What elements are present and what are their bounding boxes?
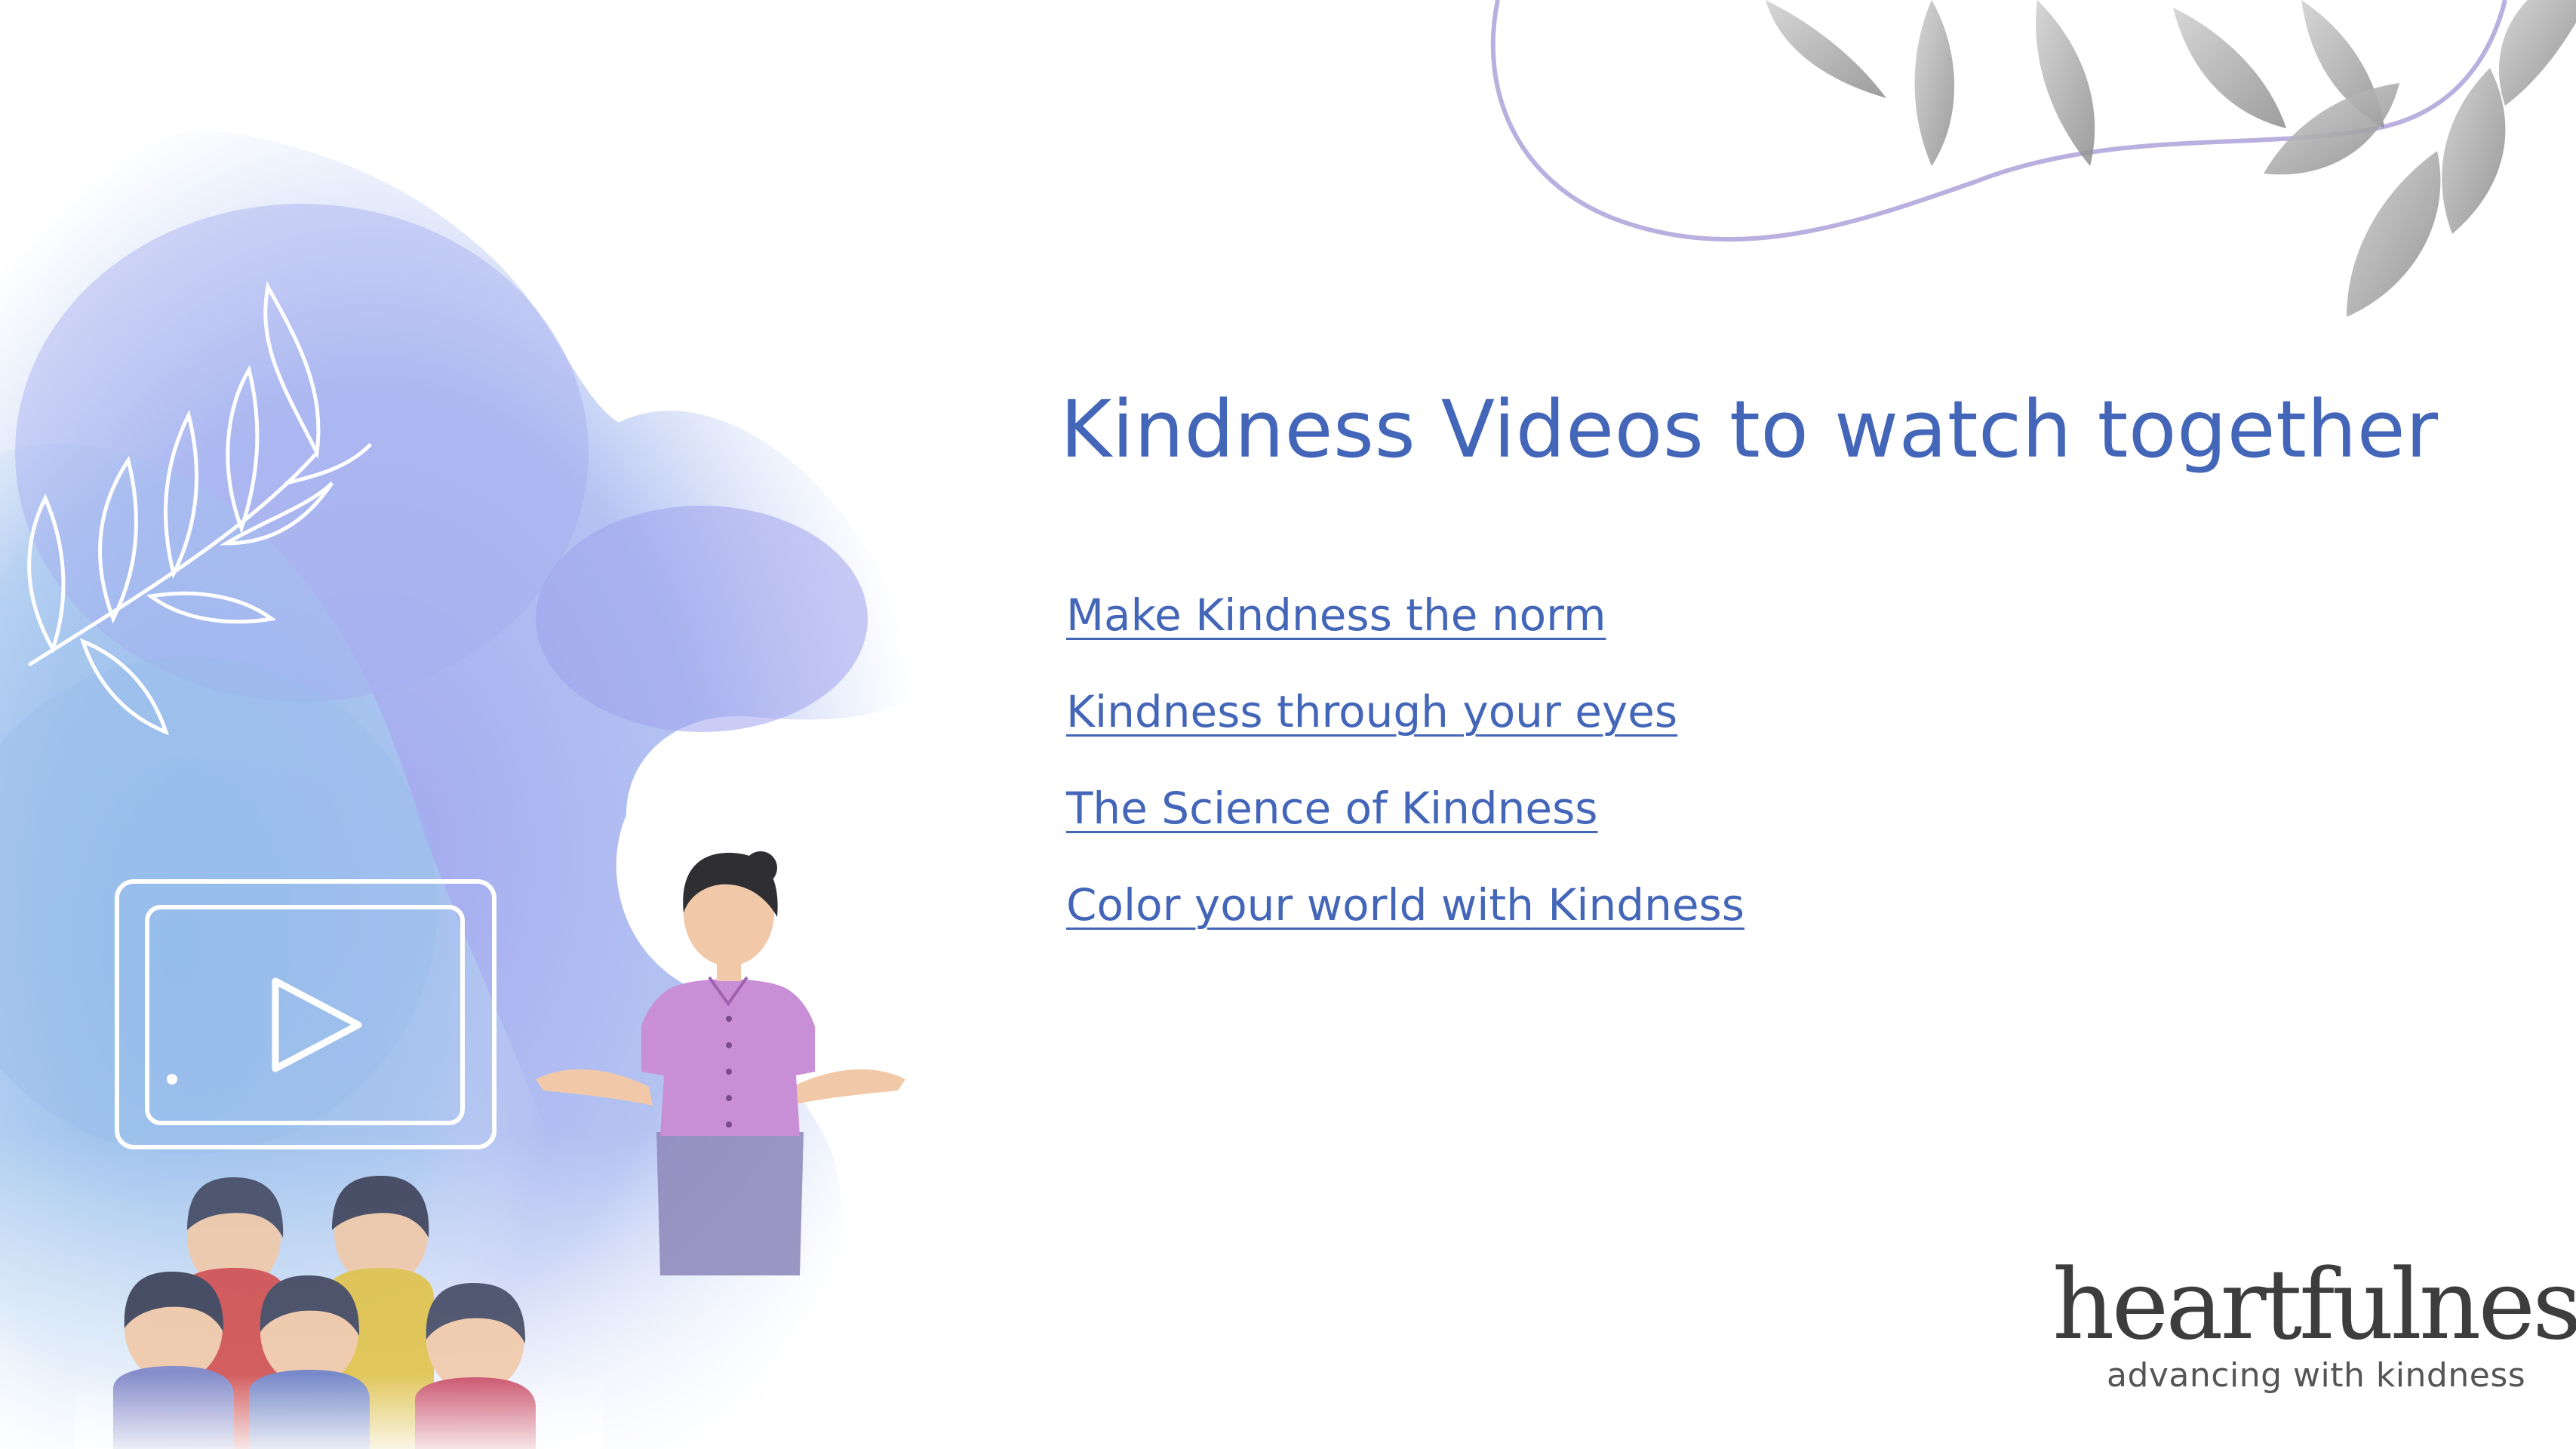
- video-link-color-your-world[interactable]: Color your world with Kindness: [1066, 879, 1744, 931]
- video-link-kindness-through-your-eyes[interactable]: Kindness through your eyes: [1066, 686, 1677, 737]
- slide-title: Kindness Videos to watch together: [1060, 383, 2439, 475]
- list-item: Make Kindness the norm: [1066, 589, 1744, 685]
- logo-wordmark: heartfulness: [2052, 1249, 2576, 1361]
- video-link-list: Make Kindness the norm Kindness through …: [1066, 589, 1744, 975]
- logo-tagline: advancing with kindness: [2107, 1356, 2526, 1395]
- heartfulness-logo: heartfulness advancing with kindness: [2052, 1253, 2576, 1404]
- list-item: Color your world with Kindness: [1066, 878, 1744, 975]
- video-link-science-of-kindness[interactable]: The Science of Kindness: [1066, 783, 1598, 834]
- slide: Kindness Videos to watch together Make K…: [0, 0, 2576, 1449]
- list-item: The Science of Kindness: [1066, 782, 1744, 878]
- list-item: Kindness through your eyes: [1066, 685, 1744, 782]
- video-link-make-kindness-the-norm[interactable]: Make Kindness the norm: [1066, 589, 1606, 641]
- leaves-decoration-icon: [1490, 0, 2576, 317]
